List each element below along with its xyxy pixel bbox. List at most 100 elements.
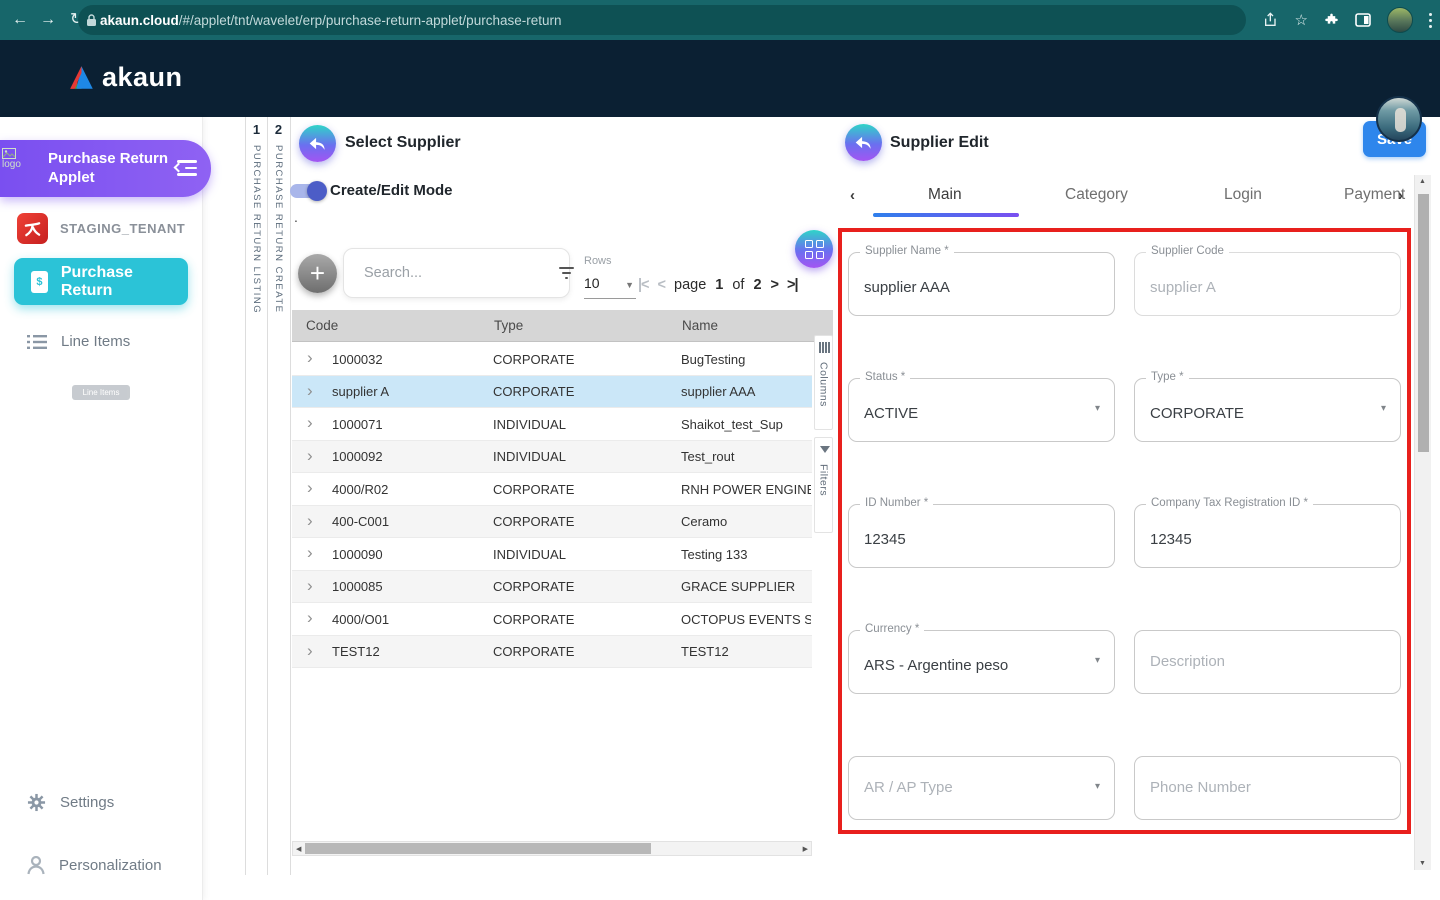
- browser-back-icon[interactable]: ←: [12, 9, 28, 31]
- table-row[interactable]: › 4000/R02 CORPORATE RNH POWER ENGINEERI…: [292, 473, 812, 506]
- scroll-right-arrow-icon[interactable]: ▶: [803, 845, 808, 853]
- tab-category[interactable]: Category: [1065, 186, 1128, 204]
- horizontal-scrollbar-thumb[interactable]: [305, 843, 651, 854]
- columns-label: Columns: [817, 362, 830, 407]
- tab-payment[interactable]: Payment: [1344, 186, 1405, 204]
- column-header-name[interactable]: Name: [682, 318, 718, 333]
- settings-label: Settings: [60, 794, 115, 811]
- grid-view-button[interactable]: [795, 230, 833, 268]
- sidebar-item-personalization[interactable]: Personalization: [27, 856, 162, 875]
- broken-logo-image: logo: [2, 148, 42, 170]
- field-id-number[interactable]: ID Number * 12345: [848, 497, 1115, 568]
- field-description[interactable]: Description: [1134, 630, 1401, 694]
- share-icon[interactable]: [1263, 12, 1279, 28]
- columns-side-tab[interactable]: Columns: [814, 335, 833, 430]
- personalization-label: Personalization: [59, 857, 162, 874]
- user-avatar[interactable]: [1376, 96, 1422, 142]
- browser-profile-avatar[interactable]: [1387, 7, 1413, 33]
- field-supplier-code: Supplier Code supplier A: [1134, 245, 1401, 316]
- table-row[interactable]: › 1000092 INDIVIDUAL Test_rout: [292, 440, 812, 473]
- dropdown-caret-icon: ▾: [1094, 781, 1100, 792]
- supplier-edit-back-button[interactable]: [845, 124, 882, 161]
- field-phone-number[interactable]: Phone Number: [1134, 756, 1401, 820]
- field-supplier-name[interactable]: Supplier Name * supplier AAA: [848, 245, 1115, 316]
- filter-list-icon[interactable]: [559, 267, 574, 279]
- rows-per-page-select[interactable]: 10 ▼: [584, 275, 636, 299]
- scroll-left-arrow-icon[interactable]: ◀: [296, 845, 301, 853]
- supplier-list-title: Select Supplier: [345, 134, 461, 151]
- bookmark-star-icon[interactable]: ☆: [1295, 11, 1308, 29]
- last-page-button[interactable]: >|: [787, 277, 798, 293]
- column-header-type[interactable]: Type: [494, 318, 523, 333]
- browser-menu-icon[interactable]: [1429, 12, 1432, 28]
- table-row[interactable]: › 1000090 INDIVIDUAL Testing 133: [292, 538, 812, 571]
- field-type-select[interactable]: Type * CORPORATE ▾: [1134, 371, 1401, 442]
- vertical-scrollbar-thumb[interactable]: [1418, 194, 1429, 452]
- table-row[interactable]: › TEST12 CORPORATE TEST12: [292, 635, 812, 668]
- table-row[interactable]: › 1000071 INDIVIDUAL Shaikot_test_Sup: [292, 408, 812, 441]
- next-page-button[interactable]: >: [771, 277, 780, 293]
- field-ar-ap-type-select[interactable]: AR / AP Type ▾: [848, 756, 1115, 820]
- create-edit-mode-toggle[interactable]: [290, 181, 327, 201]
- columns-icon: [819, 342, 830, 353]
- add-supplier-button[interactable]: +: [298, 254, 337, 293]
- sidebar-item-settings[interactable]: Settings: [27, 793, 114, 812]
- row-expand-chevron-icon[interactable]: ›: [307, 348, 313, 368]
- sidebar-item-purchase-return[interactable]: $ Purchase Return: [14, 258, 188, 305]
- row-expand-chevron-icon[interactable]: ›: [307, 543, 313, 563]
- table-row-selected[interactable]: › supplier A CORPORATE supplier AAA: [292, 375, 812, 408]
- sidebar-collapse-icon[interactable]: [173, 160, 197, 176]
- back-arrow-icon: [855, 136, 871, 149]
- field-status-select[interactable]: Status * ACTIVE ▾: [848, 371, 1115, 442]
- supplier-edit-title: Supplier Edit: [890, 134, 989, 151]
- browser-forward-icon[interactable]: →: [40, 9, 56, 31]
- row-expand-chevron-icon[interactable]: ›: [307, 608, 313, 628]
- side-panel-icon[interactable]: [1355, 13, 1371, 27]
- tab-purchase-return-listing[interactable]: 1 PURCHASE RETURN LISTING: [245, 117, 267, 875]
- vertical-scrollbar[interactable]: ▲ ▼: [1414, 175, 1431, 870]
- row-expand-chevron-icon[interactable]: ›: [307, 576, 313, 596]
- tab-label: PURCHASE RETURN LISTING: [251, 145, 262, 315]
- sidebar-item-line-items[interactable]: Line Items: [27, 333, 130, 350]
- list-icon: [27, 334, 47, 349]
- line-items-label: Line Items: [61, 333, 131, 350]
- rows-label: Rows: [584, 255, 612, 267]
- filters-funnel-icon: [819, 446, 830, 453]
- tab-main[interactable]: Main: [928, 186, 962, 204]
- row-expand-chevron-icon[interactable]: ›: [307, 478, 313, 498]
- row-expand-chevron-icon[interactable]: ›: [307, 511, 313, 531]
- tab-purchase-return-create[interactable]: 2 PURCHASE RETURN CREATE: [267, 117, 289, 875]
- horizontal-scrollbar[interactable]: ◀ ▶: [292, 841, 812, 856]
- filters-side-tab[interactable]: Filters: [814, 437, 833, 533]
- table-row[interactable]: › 1000085 CORPORATE GRACE SUPPLIER: [292, 570, 812, 603]
- extensions-puzzle-icon[interactable]: [1324, 13, 1339, 28]
- row-expand-chevron-icon[interactable]: ›: [307, 446, 313, 466]
- first-page-button[interactable]: |<: [638, 277, 649, 293]
- row-expand-chevron-icon[interactable]: ›: [307, 413, 313, 433]
- prev-page-button[interactable]: <: [658, 277, 667, 293]
- search-input[interactable]: [364, 265, 551, 281]
- table-row[interactable]: › 1000032 CORPORATE BugTesting: [292, 343, 812, 376]
- akaun-logo: akaun: [68, 62, 183, 93]
- tabs-scroll-left-icon[interactable]: ‹: [850, 187, 855, 204]
- applet-banner[interactable]: logo Purchase Return Applet: [0, 140, 211, 197]
- sidebar: logo Purchase Return Applet STAGING_TENA…: [0, 117, 211, 900]
- field-company-tax-registration-id[interactable]: Company Tax Registration ID * 12345: [1134, 497, 1401, 568]
- back-arrow-icon: [309, 137, 325, 150]
- tenant-row[interactable]: STAGING_TENANT: [17, 213, 185, 244]
- scroll-down-arrow-icon[interactable]: ▼: [1419, 860, 1426, 867]
- scroll-up-arrow-icon[interactable]: ▲: [1419, 178, 1426, 185]
- tab-login[interactable]: Login: [1224, 186, 1262, 204]
- address-bar[interactable]: akaun.cloud/#/applet/tnt/wavelet/erp/pur…: [78, 5, 1246, 35]
- tabs-scroll-right-icon[interactable]: ›: [1398, 187, 1403, 204]
- table-row[interactable]: › 400-C001 CORPORATE Ceramo: [292, 505, 812, 538]
- search-box: [343, 248, 574, 298]
- row-expand-chevron-icon[interactable]: ›: [307, 381, 313, 401]
- select-supplier-back-button[interactable]: [299, 125, 336, 162]
- column-header-code[interactable]: Code: [306, 318, 338, 333]
- dropdown-caret-icon: ▾: [1094, 403, 1100, 414]
- field-currency-select[interactable]: Currency * ARS - Argentine peso ▾: [848, 623, 1115, 694]
- table-row[interactable]: › 4000/O01 CORPORATE OCTOPUS EVENTS SOLU…: [292, 603, 812, 636]
- url-path: /#/applet/tnt/wavelet/erp/purchase-retur…: [178, 12, 562, 28]
- row-expand-chevron-icon[interactable]: ›: [307, 641, 313, 661]
